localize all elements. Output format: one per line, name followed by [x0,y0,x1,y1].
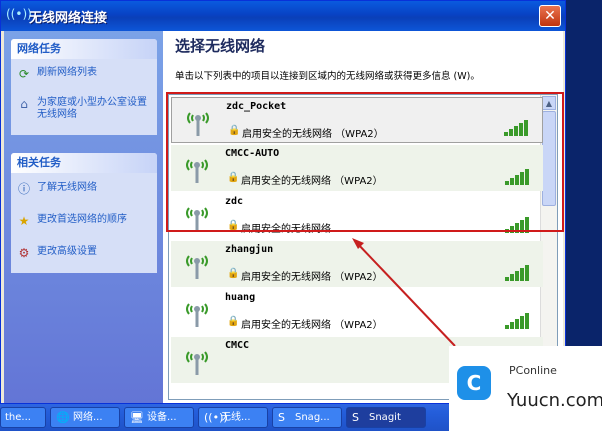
taskbar-app-icon: 🌐 [56,411,70,424]
watermark-site: Yuucn.com [507,390,602,411]
taskbar-label: Snagit [369,412,401,423]
taskbar-button[interactable]: 🖥 设备... [124,407,194,428]
taskbar-label: 设备... [147,412,177,423]
taskbar-button[interactable]: S Snagit [346,407,426,428]
watermark: C PConline Yuucn.com [449,346,602,431]
taskbar-app-icon: S [352,411,359,424]
taskbar-label: Snag... [295,412,330,423]
taskbar-app-icon: ((•)) [204,411,228,424]
arrow-line [355,241,456,347]
taskbar-button[interactable]: ((•)) 无线... [198,407,268,428]
taskbar-button[interactable]: the... [0,407,46,428]
pconline-logo-icon: C [457,366,491,400]
taskbar-button[interactable]: S Snag... [272,407,342,428]
taskbar-app-icon: S [278,411,285,424]
watermark-brand: PConline [509,364,557,377]
taskbar-button[interactable]: 🌐 网络... [50,407,120,428]
taskbar-label: the... [5,412,31,423]
taskbar-label: 网络... [73,412,103,423]
taskbar-app-icon: 🖥 [130,411,144,424]
